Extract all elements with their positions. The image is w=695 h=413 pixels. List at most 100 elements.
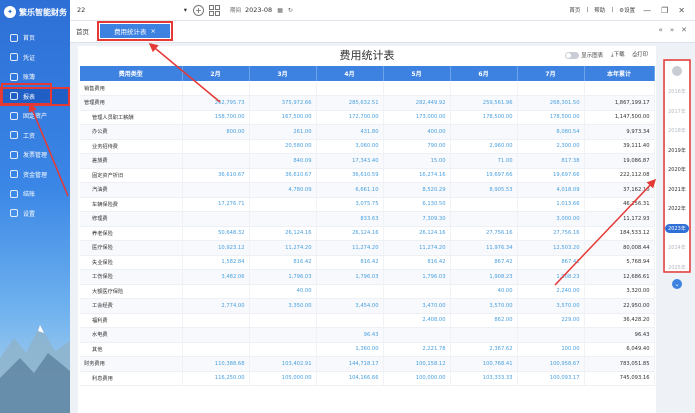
amount-cell[interactable] — [249, 211, 317, 227]
year-option[interactable]: 2017年 — [665, 102, 689, 122]
add-icon[interactable]: + — [193, 4, 204, 16]
sidebar-item-1[interactable]: 首页 — [0, 28, 70, 48]
amount-cell[interactable]: 1,796.03 — [383, 269, 451, 285]
scroll-right-icon[interactable]: » — [670, 26, 674, 34]
settings-link[interactable]: ⚙设置 — [619, 6, 635, 14]
amount-cell[interactable]: 17,343.40 — [316, 153, 384, 169]
amount-cell[interactable]: 862.00 — [450, 313, 518, 328]
amount-cell[interactable]: 16,274.16 — [383, 168, 451, 183]
amount-cell[interactable] — [182, 81, 250, 96]
restore-icon[interactable]: ❐ — [661, 6, 668, 15]
year-scroll-down-icon[interactable]: ⌄ — [672, 279, 682, 289]
amount-cell[interactable]: 11,274.20 — [249, 240, 317, 256]
amount-cell[interactable] — [450, 124, 518, 140]
amount-cell[interactable]: 2,367.62 — [450, 342, 518, 357]
amount-cell[interactable] — [316, 313, 384, 328]
amount-cell[interactable]: 3,470.00 — [383, 298, 451, 314]
amount-cell[interactable] — [316, 284, 384, 299]
amount-cell[interactable]: 8,520.29 — [383, 182, 451, 198]
tab-close-icon[interactable]: × — [151, 27, 156, 35]
year-option[interactable]: 2021年 — [665, 180, 689, 200]
amount-cell[interactable]: 26,124.16 — [249, 226, 317, 241]
amount-cell[interactable]: 26,124.16 — [316, 226, 384, 241]
amount-cell[interactable]: 11,976.34 — [450, 240, 518, 256]
amount-cell[interactable]: 3,570.00 — [450, 298, 518, 314]
amount-cell[interactable]: 2,240.00 — [517, 284, 585, 299]
amount-cell[interactable]: 50,648.32 — [182, 226, 250, 241]
amount-cell[interactable] — [450, 211, 518, 227]
amount-cell[interactable]: 11,274.20 — [316, 240, 384, 256]
close-icon[interactable]: ✕ — [678, 6, 685, 15]
amount-cell[interactable]: 431.80 — [316, 124, 384, 140]
amount-cell[interactable]: 19,697.66 — [517, 168, 585, 183]
amount-cell[interactable]: 1,796.03 — [316, 269, 384, 285]
toggle-switch[interactable] — [565, 51, 580, 59]
amount-cell[interactable] — [383, 284, 451, 299]
amount-cell[interactable]: 71.00 — [450, 153, 518, 169]
amount-cell[interactable]: 40.00 — [249, 284, 317, 299]
amount-cell[interactable]: 17,276.71 — [182, 197, 250, 212]
year-option[interactable]: 2018年 — [665, 121, 689, 141]
amount-cell[interactable]: 816.42 — [249, 255, 317, 270]
amount-cell[interactable]: 268,301.50 — [517, 95, 585, 111]
amount-cell[interactable] — [316, 81, 384, 96]
amount-cell[interactable]: 833.63 — [316, 211, 384, 227]
tab-expense-stats[interactable]: 费用统计表 × — [100, 24, 170, 38]
home-link[interactable]: 首页 — [569, 6, 580, 14]
amount-cell[interactable]: 817.38 — [517, 153, 585, 169]
year-option[interactable]: 2023年 — [665, 219, 689, 239]
refresh-icon[interactable]: ↻ — [288, 7, 293, 14]
tab-close-all-icon[interactable]: ✕ — [681, 26, 687, 34]
amount-cell[interactable]: 110,388.68 — [182, 356, 250, 372]
help-link[interactable]: 帮助 — [594, 6, 605, 14]
amount-cell[interactable]: 96.43 — [316, 327, 384, 343]
amount-cell[interactable]: 262,795.73 — [182, 95, 250, 111]
amount-cell[interactable]: 11,274.20 — [383, 240, 451, 256]
amount-cell[interactable]: 178,500.00 — [450, 110, 518, 125]
amount-cell[interactable]: 100,158.12 — [383, 356, 451, 372]
amount-cell[interactable] — [182, 211, 250, 227]
amount-cell[interactable]: 20,580.00 — [249, 139, 317, 154]
amount-cell[interactable] — [249, 197, 317, 212]
amount-cell[interactable]: 15.00 — [383, 153, 451, 169]
amount-cell[interactable]: 10,923.12 — [182, 240, 250, 256]
amount-cell[interactable] — [182, 182, 250, 198]
amount-cell[interactable]: 1,582.84 — [182, 255, 250, 270]
amount-cell[interactable]: 1,013.66 — [517, 197, 585, 212]
amount-cell[interactable]: 259,561.96 — [450, 95, 518, 111]
amount-cell[interactable] — [182, 153, 250, 169]
amount-cell[interactable]: 40.00 — [450, 284, 518, 299]
amount-cell[interactable] — [182, 342, 250, 357]
amount-cell[interactable]: 4,780.09 — [249, 182, 317, 198]
amount-cell[interactable]: 173,000.00 — [383, 110, 451, 125]
amount-cell[interactable] — [249, 342, 317, 357]
amount-cell[interactable]: 2,774.00 — [182, 298, 250, 314]
amount-cell[interactable]: 167,500.00 — [249, 110, 317, 125]
sidebar-item-4[interactable]: 报表 — [0, 86, 70, 106]
amount-cell[interactable]: 105,000.00 — [249, 371, 317, 386]
amount-cell[interactable]: 144,718.17 — [316, 356, 384, 372]
amount-cell[interactable]: 3,060.00 — [316, 139, 384, 154]
amount-cell[interactable]: 790.00 — [383, 139, 451, 154]
amount-cell[interactable]: 3,570.00 — [517, 298, 585, 314]
amount-cell[interactable]: 3,454.00 — [316, 298, 384, 314]
amount-cell[interactable]: 2,960.00 — [450, 139, 518, 154]
amount-cell[interactable]: 178,500.00 — [517, 110, 585, 125]
scroll-left-icon[interactable]: « — [659, 26, 663, 34]
amount-cell[interactable] — [450, 327, 518, 343]
calendar-icon[interactable]: ▦ — [277, 7, 283, 14]
sidebar-item-9[interactable]: 结账 — [0, 184, 70, 204]
amount-cell[interactable] — [517, 327, 585, 343]
amount-cell[interactable]: 36,610.67 — [182, 168, 250, 183]
year-option[interactable]: 2024年 — [665, 238, 689, 258]
amount-cell[interactable]: 2,300.00 — [517, 139, 585, 154]
amount-cell[interactable]: 103,402.91 — [249, 356, 317, 372]
account-selector[interactable]: 22 ▾ — [77, 6, 187, 14]
amount-cell[interactable] — [182, 313, 250, 328]
amount-cell[interactable]: 3,482.06 — [182, 269, 250, 285]
amount-cell[interactable] — [249, 313, 317, 328]
amount-cell[interactable]: 116,250.00 — [182, 371, 250, 386]
amount-cell[interactable]: 8,905.53 — [450, 182, 518, 198]
amount-cell[interactable]: 1,360.00 — [316, 342, 384, 357]
amount-cell[interactable] — [182, 327, 250, 343]
